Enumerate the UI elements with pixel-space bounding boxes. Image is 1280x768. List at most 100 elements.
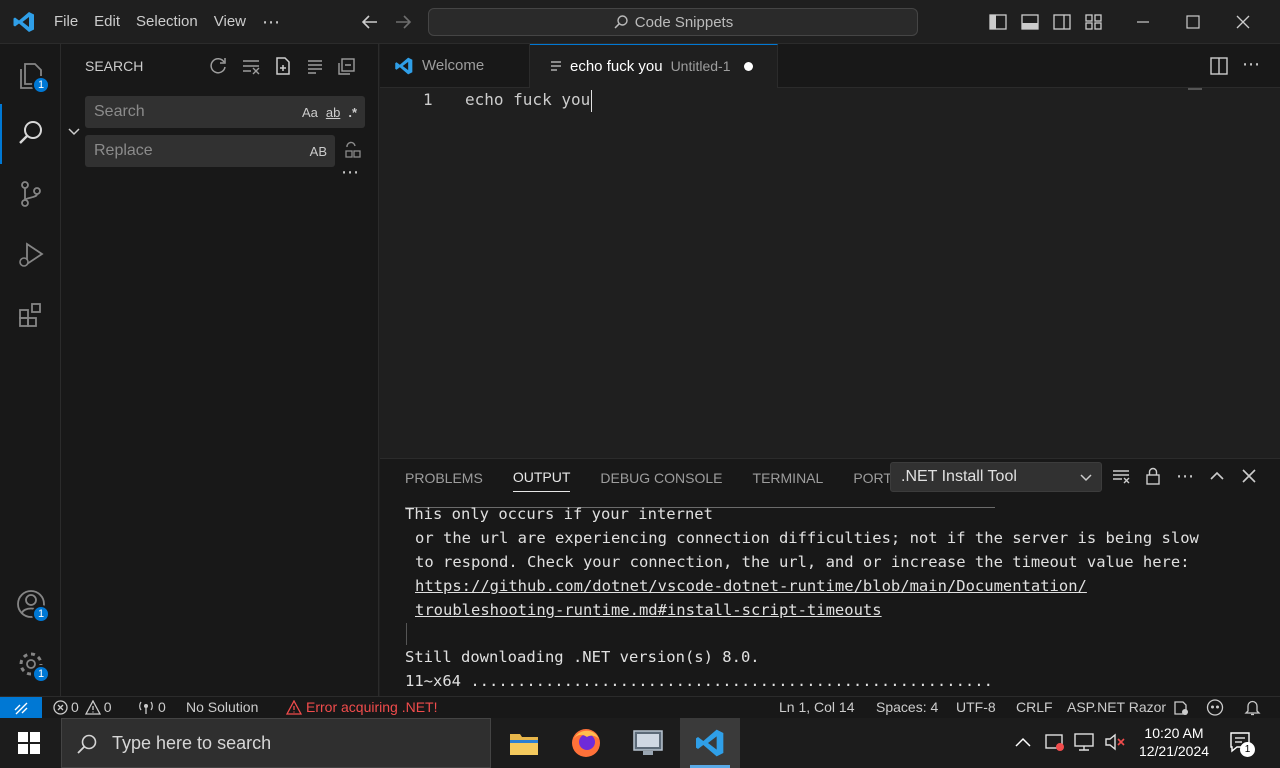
explorer-badge: 1 (32, 76, 50, 94)
tab-output[interactable]: OUTPUT (512, 463, 571, 492)
refresh-icon[interactable] (209, 56, 229, 76)
toggle-search-details-icon[interactable]: ⋯ (341, 162, 359, 183)
new-search-editor-icon[interactable] (273, 56, 293, 76)
tab-debug-console[interactable]: DEBUG CONSOLE (600, 464, 722, 492)
panel-more-icon[interactable]: ⋯ (1176, 467, 1194, 485)
windows-start-icon[interactable] (18, 732, 40, 754)
minimize-icon[interactable] (1118, 6, 1168, 38)
explorer-icon[interactable]: 1 (10, 54, 52, 96)
use-regex-toggle[interactable]: .* (348, 105, 357, 120)
volume-muted-icon[interactable] (1104, 732, 1128, 752)
search-icon (76, 733, 98, 755)
taskbar-search-box[interactable]: Type here to search (61, 718, 491, 768)
tab-problems[interactable]: PROBLEMS (405, 464, 483, 492)
indentation[interactable]: Spaces: 4 (876, 699, 938, 715)
back-arrow-icon[interactable] (360, 12, 380, 32)
remote-indicator[interactable] (0, 697, 42, 718)
clock[interactable]: 10:20 AM 12/21/2024 (1134, 724, 1214, 760)
cursor-position[interactable]: Ln 1, Col 14 (779, 699, 855, 715)
output-log[interactable]: This only occurs if your internet or the… (405, 503, 1275, 697)
notification-center-icon[interactable]: 1 (1228, 730, 1255, 757)
output-gutter-line (406, 623, 407, 645)
warning-count: 0 (103, 699, 112, 715)
extensions-icon[interactable] (10, 294, 52, 336)
network-tray-icon[interactable] (1073, 732, 1097, 752)
match-whole-word-toggle[interactable]: ab (326, 105, 340, 120)
output-channel-select[interactable]: .NET Install Tool (890, 462, 1102, 492)
dotnet-error-status[interactable]: Error acquiring .NET! (286, 699, 437, 715)
search-placeholder: Search (94, 103, 145, 120)
language-status-icon[interactable] (1172, 700, 1190, 716)
replace-all-icon[interactable] (343, 141, 363, 161)
output-line: This only occurs if your internet (405, 505, 713, 523)
text-cursor (591, 90, 592, 112)
unsaved-dot-icon[interactable] (744, 61, 754, 71)
output-link[interactable]: https://github.com/dotnet/vscode-dotnet-… (415, 575, 1087, 599)
command-center[interactable]: Code Snippets (428, 8, 918, 36)
toggle-secondary-sidebar-icon[interactable] (1046, 6, 1078, 38)
copilot-icon[interactable] (1206, 699, 1224, 716)
solution-status[interactable]: No Solution (186, 699, 258, 715)
menu-more-icon[interactable]: ⋯ (254, 0, 288, 44)
language-mode[interactable]: ASP.NET Razor (1067, 699, 1166, 715)
end-of-line[interactable]: CRLF (1016, 699, 1053, 715)
menu-file[interactable]: File (46, 0, 86, 44)
menu-selection[interactable]: Selection (128, 0, 206, 44)
encoding[interactable]: UTF-8 (956, 699, 996, 715)
output-line: 11~x64 .................................… (405, 672, 993, 690)
tab-welcome[interactable]: Welcome (380, 43, 530, 88)
file-explorer-icon[interactable] (494, 718, 554, 768)
run-debug-icon[interactable] (10, 234, 52, 276)
search-icon (613, 14, 629, 30)
split-editor-icon[interactable] (1210, 57, 1228, 75)
match-case-toggle[interactable]: Aa (302, 105, 318, 120)
maximize-icon[interactable] (1168, 6, 1218, 38)
problems-status[interactable]: 0 0 (53, 699, 112, 715)
manage-gear-icon[interactable]: 1 (10, 643, 52, 685)
tab-untitled-1[interactable]: echo fuck you Untitled-1 (530, 43, 778, 88)
output-channel-label: .NET Install Tool (901, 468, 1017, 485)
menu-edit[interactable]: Edit (86, 0, 128, 44)
close-panel-icon[interactable] (1240, 467, 1258, 485)
editor-area[interactable]: 1 echo fuck you (380, 88, 1280, 458)
accounts-icon[interactable]: 1 (10, 583, 52, 625)
bottom-panel: PROBLEMS OUTPUT DEBUG CONSOLE TERMINAL P… (380, 458, 1280, 696)
search-view-icon[interactable] (10, 112, 52, 154)
clear-output-icon[interactable] (1112, 467, 1130, 485)
search-input[interactable]: Search Aa ab .* (85, 96, 365, 128)
replace-input[interactable]: Replace AB (85, 135, 335, 167)
menu-bar: File Edit Selection View ⋯ (46, 0, 288, 44)
preserve-case-toggle[interactable]: AB (310, 144, 327, 159)
tab-terminal[interactable]: TERMINAL (753, 464, 824, 492)
alert-triangle-icon (286, 699, 302, 715)
forward-arrow-icon[interactable] (393, 12, 413, 32)
menu-view[interactable]: View (206, 0, 254, 44)
maximize-panel-icon[interactable] (1208, 467, 1226, 485)
toggle-replace-chevron-icon[interactable] (67, 124, 81, 138)
source-control-icon[interactable] (10, 173, 52, 215)
remote-icon (13, 700, 29, 716)
code-line[interactable]: echo fuck you (465, 90, 590, 109)
firefox-icon[interactable] (556, 718, 616, 768)
clear-results-icon[interactable] (241, 56, 261, 76)
remote-desktop-icon[interactable] (618, 718, 678, 768)
view-as-tree-icon[interactable] (305, 56, 325, 76)
toggle-sidebar-icon[interactable] (982, 6, 1014, 38)
tab-untitled-label: echo fuck you (570, 57, 663, 75)
security-tray-icon[interactable] (1044, 732, 1066, 752)
tab-untitled-desc: Untitled-1 (670, 58, 731, 74)
accounts-badge: 1 (32, 605, 50, 623)
warning-triangle-icon (84, 699, 101, 715)
ports-status[interactable]: 0 (138, 699, 166, 715)
notifications-bell-icon[interactable] (1244, 699, 1261, 716)
customize-layout-icon[interactable] (1078, 6, 1110, 38)
collapse-all-icon[interactable] (337, 56, 357, 76)
lock-scroll-icon[interactable] (1144, 467, 1162, 485)
show-hidden-icons-chevron-icon[interactable] (1014, 735, 1032, 749)
toggle-panel-icon[interactable] (1014, 6, 1046, 38)
vscode-taskbar-icon[interactable] (680, 718, 740, 768)
error-circle-icon (53, 699, 68, 715)
output-link[interactable]: troubleshooting-runtime.md#install-scrip… (415, 599, 882, 623)
close-icon[interactable] (1218, 6, 1268, 38)
editor-more-actions-icon[interactable]: ⋯ (1242, 54, 1260, 75)
